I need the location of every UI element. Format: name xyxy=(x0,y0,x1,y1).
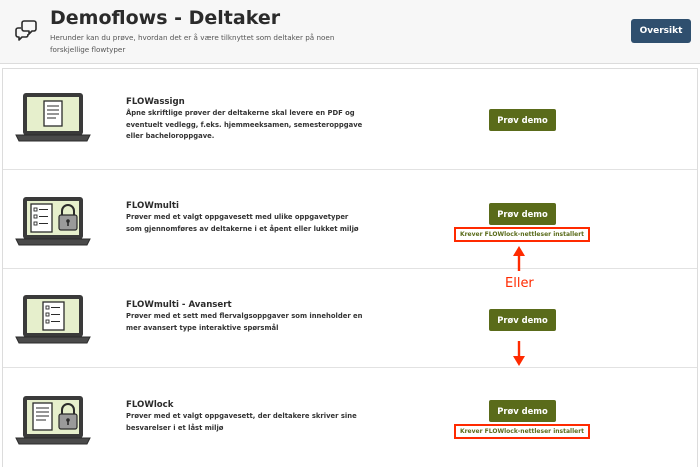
flow-name: FLOWmulti - Avansert xyxy=(126,300,232,310)
laptop-document-lock-icon xyxy=(15,396,91,445)
flow-row-flowmulti-avansert: FLOWmulti - Avansert Prøver med et sett … xyxy=(3,269,697,368)
page-subtitle: Herunder kan du prøve, hvordan det er å … xyxy=(50,33,335,54)
flow-info: FLOWmulti - Avansert Prøver med et sett … xyxy=(126,300,366,334)
flow-description: Prøver med et sett med flervalgsoppgaver… xyxy=(126,312,363,332)
try-demo-button-flowlock[interactable]: Prøv demo xyxy=(489,400,556,422)
flow-info: FLOWassign Åpne skriftlige prøver der de… xyxy=(126,97,366,143)
flow-row-flowassign: FLOWassign Åpne skriftlige prøver der de… xyxy=(3,69,697,170)
try-demo-button-flowassign[interactable]: Prøv demo xyxy=(489,109,556,131)
annotation-label: Eller xyxy=(505,276,534,291)
requirement-note: Krever FLOWlock-nettleser installert xyxy=(454,424,590,439)
flow-info: FLOWmulti Prøver med et valgt oppgaveset… xyxy=(126,201,366,235)
annotation-arrows xyxy=(513,246,525,366)
requirement-note: Krever FLOWlock-nettleser installert xyxy=(454,227,590,242)
flow-list: FLOWassign Åpne skriftlige prøver der de… xyxy=(2,68,698,467)
overview-button[interactable]: Oversikt xyxy=(631,19,691,43)
flow-description: Prøver med et valgt oppgavesett med ulik… xyxy=(126,213,359,233)
flow-description: Åpne skriftlige prøver der deltakerne sk… xyxy=(126,109,363,140)
flow-description: Prøver med et valgt oppgavesett, der del… xyxy=(126,412,357,432)
laptop-document-icon xyxy=(15,93,91,142)
flow-name: FLOWlock xyxy=(126,400,174,410)
page-title: Demoflows - Deltaker xyxy=(50,7,281,29)
flow-row-flowmulti: FLOWmulti Prøver med et valgt oppgaveset… xyxy=(3,170,697,269)
laptop-checklist-lock-icon xyxy=(15,197,91,246)
arrow-up-icon xyxy=(513,246,525,271)
laptop-checklist-icon xyxy=(15,295,91,344)
page-header: Demoflows - Deltaker Herunder kan du prø… xyxy=(0,0,700,64)
flow-info: FLOWlock Prøver med et valgt oppgavesett… xyxy=(126,400,366,434)
arrow-down-icon xyxy=(513,341,525,366)
try-demo-button-flowmulti[interactable]: Prøv demo xyxy=(489,203,556,225)
chat-bubbles-icon xyxy=(15,20,37,41)
flow-name: FLOWassign xyxy=(126,97,185,107)
flow-row-flowlock: FLOWlock Prøver med et valgt oppgavesett… xyxy=(3,368,697,467)
flow-name: FLOWmulti xyxy=(126,201,179,211)
